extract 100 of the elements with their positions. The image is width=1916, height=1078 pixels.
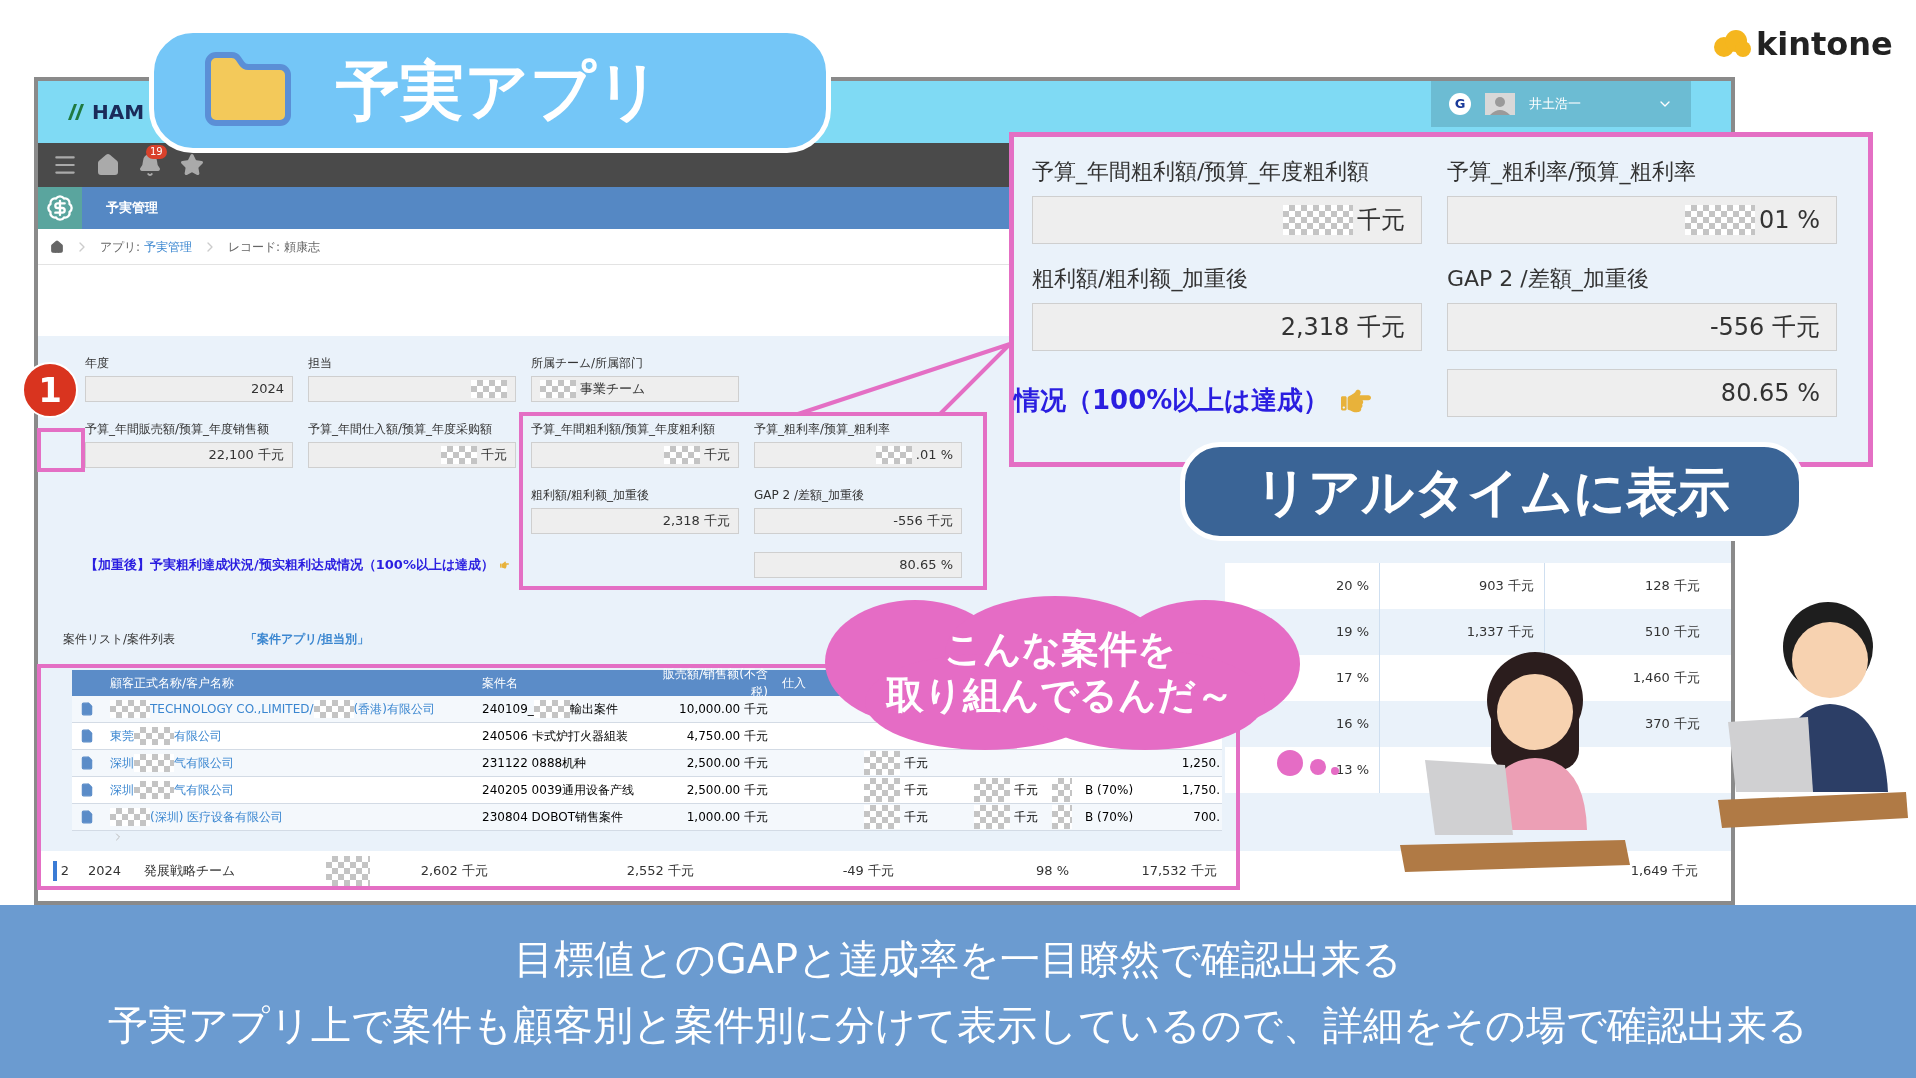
customer-link[interactable]: 气有限公司 (174, 754, 234, 772)
section-title: 案件リスト/案件列表 (63, 631, 176, 648)
google-initial-badge: G (1449, 93, 1471, 115)
table-cell-text: 1,750. (1181, 782, 1220, 799)
table-cell-text: 700. (1193, 809, 1220, 826)
masked-value (864, 805, 900, 829)
table-cell-text: 1,000.00 千元 (686, 809, 768, 826)
field-label: 予算_粗利率/预算_粗利率 (1447, 158, 1698, 187)
star-icon[interactable] (180, 153, 204, 177)
table-cell-text: 千元 (1014, 782, 1038, 799)
field-label: 粗利額/粗利额_加重後 (531, 487, 651, 504)
home-icon[interactable] (96, 153, 120, 177)
field-label: 予算_年間販売額/预算_年度销售额 (85, 421, 271, 438)
field-label: GAP 2 /差額_加重後 (754, 487, 866, 504)
customer-link[interactable]: 有限公司 (174, 727, 222, 745)
column-header: 仕入 (781, 675, 807, 692)
masked-value (1051, 778, 1072, 802)
table-cell-text: -49 千元 (842, 862, 894, 881)
table-cell-text: 240205 0039通用设备产线 (482, 782, 635, 799)
table-cell-text: 240109_ (482, 701, 534, 718)
value-field: -556 千元 (1447, 303, 1837, 351)
table-cell-text: 千元 (904, 755, 928, 772)
brand-name: kintone (1756, 24, 1893, 65)
masked-value (1685, 205, 1755, 235)
masked-value (471, 380, 507, 398)
customer-link[interactable]: TECHNOLOGY CO.,LIMITED/ (150, 700, 314, 718)
masked-value (974, 778, 1010, 802)
value-field: 80.65 % (754, 552, 962, 578)
breadcrumb-label: アプリ: (100, 238, 141, 256)
document-icon[interactable] (80, 783, 94, 797)
table-cell-text: 10,000.00 千元 (679, 701, 768, 718)
masked-value (974, 805, 1010, 829)
masked-value (540, 380, 576, 398)
table-cell: B (70%) (1085, 810, 1134, 824)
table-cell-text: 2,500.00 千元 (686, 782, 768, 799)
value-field: 千元 (1032, 196, 1422, 244)
table-cell-text: 2,602 千元 (420, 862, 488, 881)
document-icon[interactable] (80, 729, 94, 743)
table-cell-text: 1,250. (1181, 755, 1220, 772)
field-label: GAP 2 /差額_加重後 (1447, 265, 1650, 294)
table-cell-text: 17 % (1335, 669, 1369, 688)
table-cell-text: 2,552 千元 (626, 862, 694, 881)
customer-link[interactable]: 東莞 (110, 727, 134, 745)
masked-value (875, 446, 912, 464)
masked-value (110, 700, 150, 718)
table-cell-text: 発展戦略チーム (143, 862, 236, 881)
document-icon[interactable] (80, 756, 94, 770)
table-cell-text: 千元 (904, 809, 928, 826)
list-link[interactable]: 「案件アプリ/担当別」 (245, 630, 370, 648)
field-label: 年度 (85, 355, 110, 372)
company-logo-text: HAM (92, 99, 145, 126)
table-cell-text: 231122 0888机种 (482, 755, 587, 772)
table-cell-text: 510 千元 (1645, 623, 1700, 642)
field-label: 予算_年間仕入額/预算_年度采购額 (308, 421, 494, 438)
slide-title: 予実アプリ (336, 52, 662, 130)
achievement-link[interactable]: 【加重後】予実粗利達成状況/预实粗利达成情况（100%以上は達成） (85, 555, 494, 575)
table-cell-text: 1,649 千元 (1630, 862, 1698, 881)
value-field: 千元 (531, 442, 739, 468)
bell-icon[interactable] (138, 153, 162, 177)
customer-link[interactable]: 深圳 (110, 754, 134, 772)
row-number: 2 (52, 861, 74, 881)
caption-text: 予実アプリ上で案件も顧客別と案件別に分けて表示しているので、詳細をその場で確認出来る (108, 1000, 1808, 1050)
masked-value (110, 808, 150, 826)
table-cell-text: 903 千元 (1479, 577, 1534, 596)
table-cell-text: 16 % (1335, 715, 1369, 734)
customer-link[interactable]: (深圳) 医疗设备有限公司 (150, 808, 284, 826)
table-cell-text: 17,532 千元 (1141, 862, 1217, 881)
customer-link[interactable]: 深圳 (110, 781, 134, 799)
table-cell-text: 4,750.00 千元 (686, 728, 768, 745)
masked-value (864, 751, 900, 775)
value-field: 千元 (308, 442, 516, 468)
value-field: 22,100 千元 (85, 442, 293, 468)
step-marker: 1 (22, 362, 78, 418)
table-cell-text: 1,337 千元 (1466, 623, 1534, 642)
masked-value (864, 778, 900, 802)
field-label: 予算_年間粗利額/预算_年度粗利額 (531, 421, 717, 438)
table-cell-text: 19 % (1335, 623, 1369, 642)
table-cell-text: 2024 (88, 862, 123, 881)
avatar-icon (1485, 93, 1515, 115)
value-field: 2024 (85, 376, 293, 402)
home-icon[interactable] (50, 239, 64, 254)
customer-link[interactable]: (香港)有限公司 (353, 700, 435, 718)
value-field: 2,318 千元 (531, 508, 739, 534)
document-icon[interactable] (80, 810, 94, 824)
breadcrumb-link[interactable]: 予実管理 (144, 237, 193, 256)
document-icon[interactable] (80, 702, 94, 716)
value-field: 事業チーム (531, 376, 739, 402)
realtime-banner: リアルタイムに表示 (1180, 442, 1804, 541)
highlight-frame (37, 428, 85, 472)
achievement-link[interactable]: 情况（100%以上は達成） (1014, 381, 1330, 420)
user-menu[interactable]: G 井土浩一 (1431, 81, 1691, 127)
table-cell-text: 2,500.00 千元 (686, 755, 768, 772)
masked-value (664, 446, 700, 464)
masked-value (441, 446, 477, 464)
table-cell-text: 240506 卡式炉打火器組装 (482, 728, 628, 745)
app-title: 予実管理 (106, 199, 158, 218)
notification-badge: 19 (146, 145, 167, 159)
table-cell-text: 370 千元 (1645, 715, 1700, 734)
value-field: -556 千元 (754, 508, 962, 534)
customer-link[interactable]: 气有限公司 (174, 781, 234, 799)
